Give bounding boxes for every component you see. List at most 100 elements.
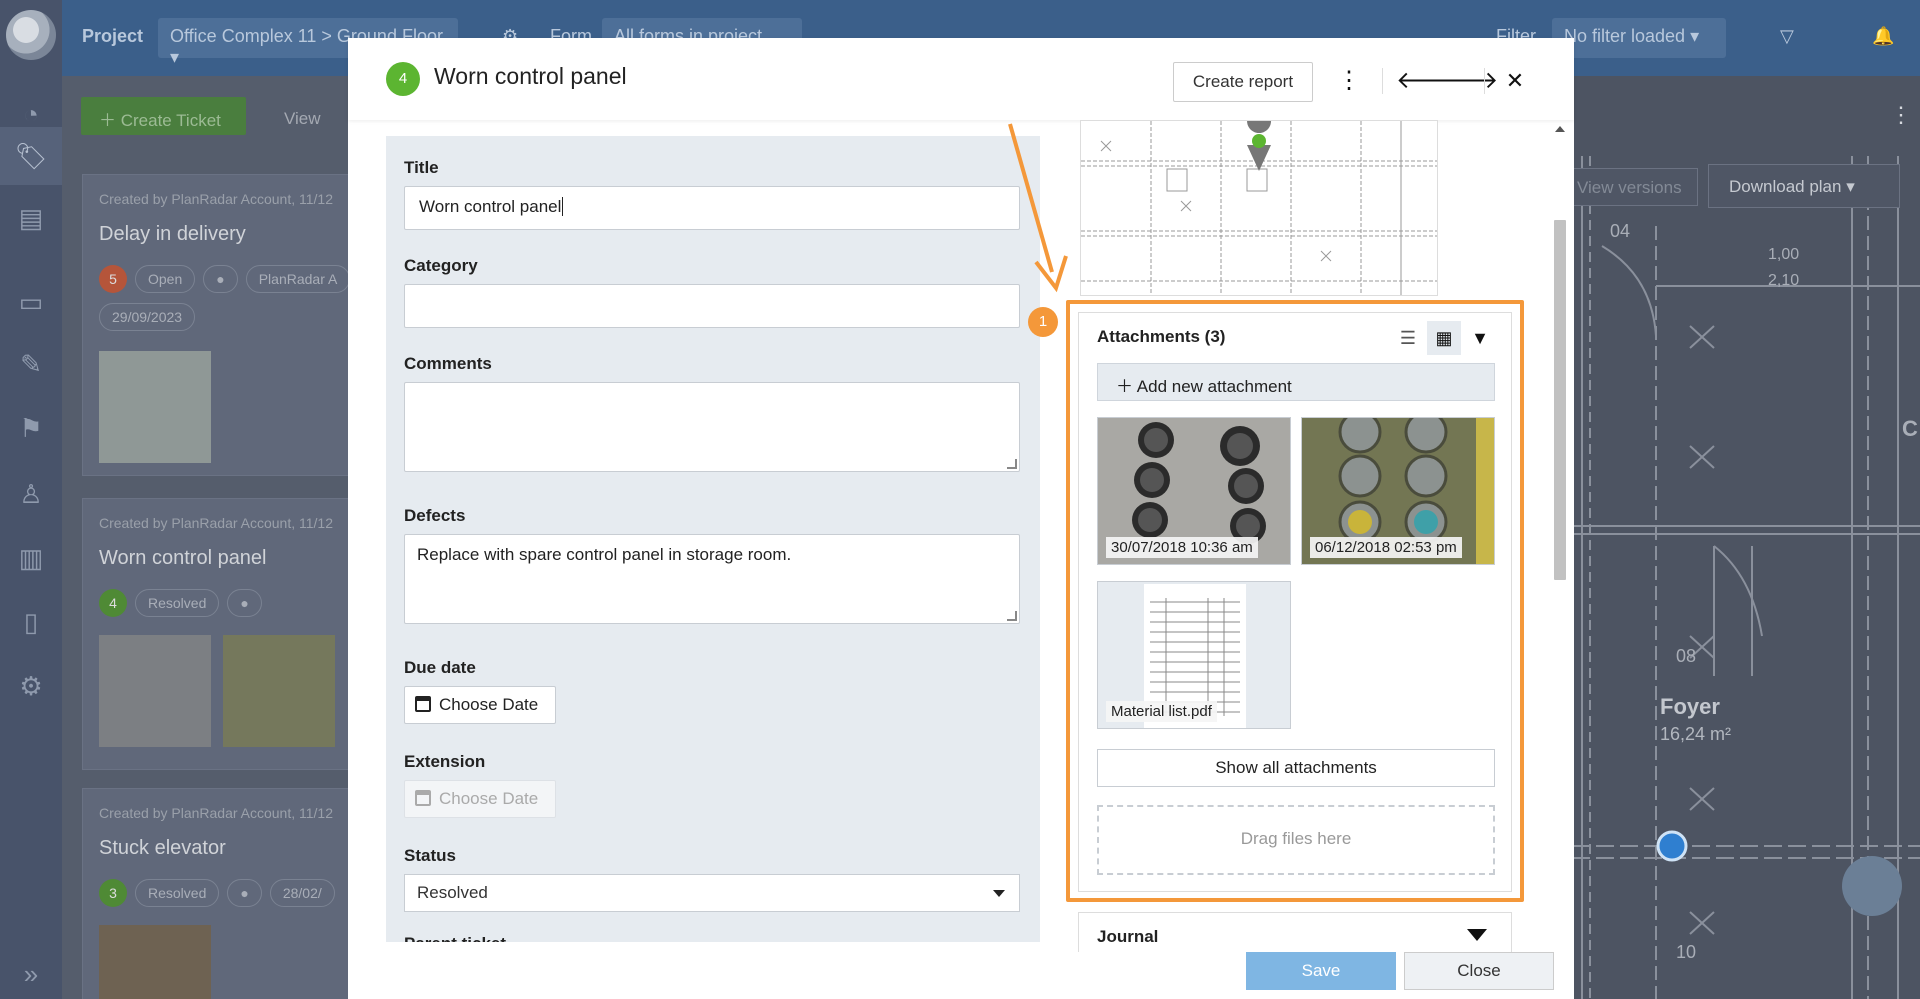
location-pin-icon[interactable]: ● <box>227 589 262 617</box>
ticket-thumbnail[interactable] <box>99 351 211 463</box>
ticket-number-badge: 4 <box>386 62 420 96</box>
more-options-icon[interactable]: ⋮ <box>1332 62 1366 100</box>
resize-handle[interactable] <box>1007 459 1017 469</box>
status-select[interactable]: Resolved <box>404 874 1020 912</box>
ticket-meta: Created by PlanRadar Account, 11/12 <box>99 805 334 821</box>
forms-icon[interactable]: ▤ <box>13 200 49 236</box>
ticket-thumbnail[interactable] <box>99 635 211 747</box>
category-label: Category <box>404 256 478 275</box>
category-input[interactable] <box>404 284 1020 328</box>
tickets-icon[interactable]: 🏷 <box>0 127 62 185</box>
create-report-button[interactable]: Create report <box>1173 62 1313 102</box>
extension-label: Extension <box>404 752 486 771</box>
title-value: Worn control panel <box>419 197 562 216</box>
attachment-thumbnail[interactable]: 06/12/2018 02:53 pm <box>1301 417 1495 565</box>
ticket-meta: Created by PlanRadar Account, 11/12 <box>99 191 334 207</box>
scrollbar[interactable] <box>1552 120 1568 990</box>
user-icon[interactable]: ♙ <box>13 476 49 512</box>
defects-textarea[interactable]: Replace with spare control panel in stor… <box>404 534 1020 624</box>
filter-icon[interactable]: ▼ <box>1463 321 1497 355</box>
attachment-label: 06/12/2018 02:53 pm <box>1310 537 1462 558</box>
attachment-label: Material list.pdf <box>1106 701 1217 722</box>
defects-value: Replace with spare control panel in stor… <box>417 545 792 564</box>
extension-value: Choose Date <box>439 789 539 808</box>
file-drop-zone[interactable]: Drag files here <box>1097 805 1495 875</box>
date-badge: 29/09/2023 <box>99 303 196 331</box>
ticket-card[interactable]: Created by PlanRadar Account, 11/12 Worn… <box>82 498 362 770</box>
nav-rail: ◔ 🏷 ▤ ▭ ✎ ⚑ ♙ ▥ ▯ ⚙ » <box>0 0 62 999</box>
attachment-label: 30/07/2018 10:36 am <box>1106 537 1258 558</box>
plan-dim: 1,00 <box>1768 246 1800 263</box>
title-label: Title <box>404 158 439 177</box>
flag-icon[interactable]: ⚑ <box>13 410 49 446</box>
list-view-icon[interactable]: ☰ <box>1391 321 1425 355</box>
bell-icon[interactable]: 🔔 <box>1872 26 1894 47</box>
calendar-icon <box>415 790 431 806</box>
extension-date-button: Choose Date <box>404 780 556 818</box>
reports-icon[interactable]: ▥ <box>13 540 49 576</box>
attachment-thumbnail[interactable]: Material list.pdf <box>1097 581 1291 729</box>
attachment-thumbnail[interactable]: 30/07/2018 10:36 am <box>1097 417 1291 565</box>
resize-handle[interactable] <box>1007 611 1017 621</box>
funnel-icon[interactable]: ▽ <box>1780 26 1794 47</box>
filter-value: No filter loaded <box>1564 26 1686 46</box>
download-plan-label: Download plan <box>1729 177 1842 196</box>
status-badge: Resolved <box>135 589 220 617</box>
status-value: Resolved <box>417 883 488 902</box>
plan-dim: 08 <box>1676 646 1697 666</box>
ticket-card[interactable]: Created by PlanRadar Account, 11/12 Stuc… <box>82 788 362 999</box>
kebab-menu-icon[interactable]: ⋮ <box>1890 102 1912 128</box>
ticket-title: Delay in delivery <box>99 223 246 245</box>
assignee-badge: PlanRadar A <box>245 265 351 293</box>
status-label: Status <box>404 846 456 865</box>
previous-arrow-icon[interactable]: 🡐 <box>1396 62 1460 100</box>
close-icon[interactable]: ✕ <box>1498 62 1532 100</box>
ticket-thumbnail[interactable] <box>223 635 335 747</box>
next-arrow-icon[interactable]: 🡒 <box>1434 62 1498 100</box>
project-label: Project <box>82 26 144 46</box>
ticket-thumbnail[interactable] <box>99 925 211 999</box>
scrollbar-thumb[interactable] <box>1554 220 1566 580</box>
plan-dim: 04 <box>1610 221 1631 241</box>
title-input[interactable]: Worn control panel <box>404 186 1020 230</box>
view-versions-button[interactable]: View versions <box>1572 168 1698 206</box>
location-pin-icon[interactable]: ● <box>203 265 238 293</box>
add-attachment-label: Add new attachment <box>1136 377 1292 396</box>
close-button[interactable]: Close <box>1404 952 1554 990</box>
attachments-title: Attachments (3) <box>1097 327 1226 346</box>
expand-icon[interactable]: » <box>13 956 49 992</box>
save-button[interactable]: Save <box>1246 952 1396 990</box>
modal-header: 4 Worn control panel Create report ⋮ 🡐 🡒… <box>348 38 1574 120</box>
ticket-card[interactable]: Created by PlanRadar Account, 11/12 Dela… <box>82 174 362 476</box>
clipboard-icon[interactable]: ▯ <box>13 604 49 640</box>
plans-icon[interactable]: ✎ <box>13 346 49 382</box>
comments-textarea[interactable] <box>404 382 1020 472</box>
plan-letter: C <box>1902 416 1918 441</box>
plan-viewer: View versions Download plan ▾ Foyer 16,2… <box>1572 76 1920 999</box>
room-name: Foyer <box>1660 694 1720 719</box>
status-badge: Resolved <box>135 879 220 907</box>
location-pin-icon[interactable]: ● <box>227 879 262 907</box>
chevron-down-icon <box>993 890 1005 897</box>
folder-icon[interactable]: ▭ <box>13 284 49 320</box>
calendar-icon <box>415 696 431 712</box>
download-plan-button[interactable]: Download plan ▾ <box>1708 164 1900 208</box>
plan-dim: 10 <box>1676 942 1697 962</box>
modal-title: Worn control panel <box>434 63 627 89</box>
show-all-attachments-button[interactable]: Show all attachments <box>1097 749 1495 787</box>
add-attachment-button[interactable]: ＋ Add new attachment <box>1097 363 1495 401</box>
plan-preview[interactable] <box>1080 120 1438 296</box>
view-label: View <box>284 109 321 128</box>
planradar-logo <box>6 10 56 60</box>
scroll-up-icon[interactable] <box>1555 126 1565 132</box>
divider <box>1382 68 1383 94</box>
due-date-button[interactable]: Choose Date <box>404 686 556 724</box>
due-date-value: Choose Date <box>439 695 539 714</box>
ticket-form: Title Worn control panel Category Commen… <box>386 136 1040 942</box>
filter-selector[interactable]: No filter loaded ▾ <box>1552 18 1726 58</box>
create-ticket-button[interactable]: ＋ Create Ticket <box>81 97 246 135</box>
settings-icon[interactable]: ⚙ <box>13 668 49 704</box>
create-ticket-label: Create Ticket <box>120 111 221 130</box>
plan-dim: 2,10 <box>1768 272 1800 289</box>
grid-view-icon[interactable]: ▦ <box>1427 321 1461 355</box>
